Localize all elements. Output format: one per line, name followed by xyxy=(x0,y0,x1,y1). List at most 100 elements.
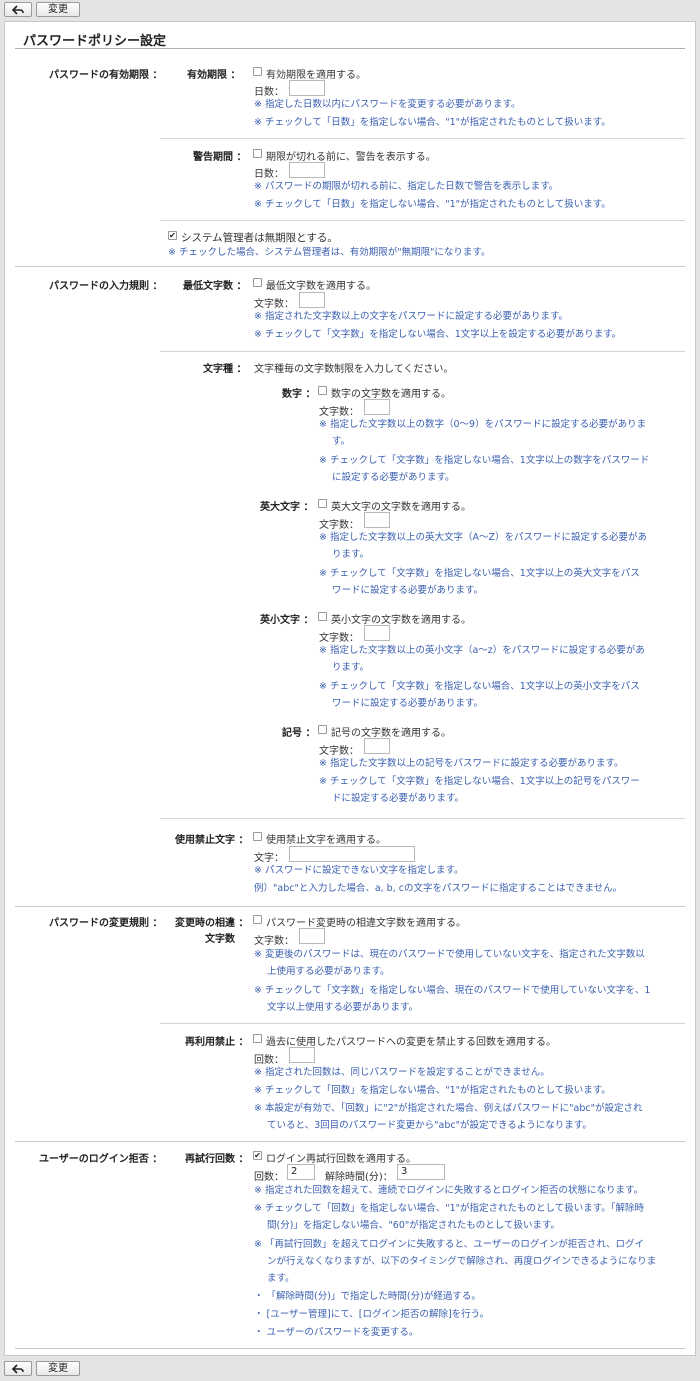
char-types-label: 文字種 ： xyxy=(203,364,247,375)
retry-checkbox[interactable]: ✔ xyxy=(253,1151,262,1160)
diff-note-2b: 文字以上使用する必要があります。 xyxy=(267,1002,419,1013)
forbidden-label: 使用禁止文字 ： xyxy=(175,835,249,846)
digit-checkbox[interactable] xyxy=(318,386,327,395)
retry-note-3b: ンが行えなくなりますが、以下のタイミングで解除され、再度ログインできるようになり… xyxy=(267,1256,657,1267)
upper-note-2b: ワードに設定する必要があります。 xyxy=(332,585,484,596)
admin-unlimited-label: システム管理者は無期限とする。 xyxy=(181,232,338,244)
admin-unlimited-note: ※ チェックした場合、システム管理者は、有効期限が"無期限"になります。 xyxy=(168,247,491,258)
lower-count-input[interactable] xyxy=(364,625,390,641)
divider xyxy=(160,220,685,221)
lower-label: 英小文字 ： xyxy=(260,615,314,626)
upper-count-input[interactable] xyxy=(364,512,390,528)
lower-check-label: 英小文字の文字数を適用する。 xyxy=(331,615,471,626)
section-lockout-label: ユーザーのログイン拒否 ： xyxy=(39,1154,163,1165)
symbol-note-1a: ※ 指定した文字数以上の記号をパスワードに設定する必要があります。 xyxy=(319,758,624,769)
validity-note-2: ※ チェックして「日数」を指定しない場合、"1"が指定されたものとして扱います。 xyxy=(254,117,611,128)
reuse-note-2: ※ チェックして「回数」を指定しない場合、"1"が指定されたものとして扱います。 xyxy=(254,1085,611,1096)
min-length-count-input[interactable] xyxy=(299,292,325,308)
symbol-count-input[interactable] xyxy=(364,738,390,754)
diff-note-1b: 上使用する必要があります。 xyxy=(267,966,390,977)
admin-unlimited-checkbox[interactable]: ✔ xyxy=(168,231,177,240)
digit-note-1a: ※ 指定した文字数以上の数字（0～9）をパスワードに設定する必要がありま xyxy=(319,419,647,430)
divider xyxy=(160,351,685,352)
section-divider xyxy=(15,1348,685,1349)
upper-checkbox[interactable] xyxy=(318,499,327,508)
forbidden-chars-input[interactable] xyxy=(289,846,415,862)
lower-note-1b: ります。 xyxy=(332,662,370,673)
digit-count-input[interactable] xyxy=(364,399,390,415)
retry-note-3a: ※ 「再試行回数」を超えてログインに失敗すると、ユーザーのログインが拒否され、ロ… xyxy=(254,1239,645,1250)
symbol-check-label: 記号の文字数を適用する。 xyxy=(331,728,451,739)
min-length-note-1: ※ 指定された文字数以上の文字をパスワードに設定する必要があります。 xyxy=(254,311,569,322)
symbol-note-2b: ドに設定する必要があります。 xyxy=(332,793,465,804)
validity-label: 有効期限 ： xyxy=(187,70,241,81)
validity-check-label: 有効期限を適用する。 xyxy=(266,70,366,81)
retry-count-input[interactable]: 2 xyxy=(287,1164,315,1180)
back-button[interactable] xyxy=(4,1361,32,1376)
digit-note-2b: に設定する必要があります。 xyxy=(332,472,455,483)
retry-note-2b: 間(分)」を指定しない場合、"60"が指定されたものとして扱います。 xyxy=(267,1220,561,1231)
retry-count-label: 回数： xyxy=(254,1172,284,1183)
warning-days-input[interactable] xyxy=(289,162,325,178)
retry-check-label: ログイン再試行回数を適用する。 xyxy=(266,1154,416,1165)
forbidden-checkbox[interactable] xyxy=(253,832,262,841)
lower-checkbox[interactable] xyxy=(318,612,327,621)
warning-checkbox[interactable] xyxy=(253,149,262,158)
change-button[interactable]: 変更 xyxy=(36,1361,80,1376)
validity-days-input[interactable] xyxy=(289,80,325,96)
reuse-note-3a: ※ 本設定が有効で、「回数」に"2"が指定された場合、例えばパスワードに"abc… xyxy=(254,1103,643,1114)
digit-check-label: 数字の文字数を適用する。 xyxy=(331,389,451,400)
upper-note-1a: ※ 指定した文字数以上の英大文字（A～Z）をパスワードに設定する必要があ xyxy=(319,532,647,543)
digit-note-2a: ※ チェックして「文字数」を指定しない場合、1文字以上の数字をパスワード xyxy=(319,455,650,466)
release-time-input[interactable]: 3 xyxy=(397,1164,445,1180)
diff-checkbox[interactable] xyxy=(253,915,262,924)
min-length-checkbox[interactable] xyxy=(253,278,262,287)
validity-checkbox[interactable] xyxy=(253,67,262,76)
reuse-label: 再利用禁止 ： xyxy=(185,1037,249,1048)
min-length-label: 最低文字数 ： xyxy=(183,281,247,292)
warning-note-2: ※ チェックして「日数」を指定しない場合、"1"が指定されたものとして扱います。 xyxy=(254,199,611,210)
upper-note-2a: ※ チェックして「文字数」を指定しない場合、1文字以上の英大文字をパス xyxy=(319,568,640,579)
digit-label: 数字 ： xyxy=(282,389,316,400)
retry-note-3c: ます。 xyxy=(267,1273,295,1284)
divider xyxy=(160,1023,685,1024)
retry-bullet-1: ・ 「解除時間(分)」で指定した時間(分)が経過する。 xyxy=(254,1291,481,1302)
warning-label: 警告期間 ： xyxy=(193,152,247,163)
retry-bullet-2: ・ [ユーザー管理]にて、[ログイン拒否の解除]を行う。 xyxy=(254,1309,490,1320)
lower-note-2b: ワードに設定する必要があります。 xyxy=(332,698,484,709)
title-divider xyxy=(15,48,685,49)
warning-note-1: ※ パスワードの期限が切れる前に、指定した日数で警告を表示します。 xyxy=(254,181,559,192)
symbol-label: 記号 ： xyxy=(282,728,316,739)
warning-check-label: 期限が切れる前に、警告を表示する。 xyxy=(266,152,436,163)
reuse-note-1: ※ 指定された回数は、同じパスワードを設定することができません。 xyxy=(254,1067,550,1078)
diff-count-label: 文字数： xyxy=(254,936,294,947)
symbol-checkbox[interactable] xyxy=(318,725,327,734)
section-change-rules-label: パスワードの変更規則 ： xyxy=(49,918,163,929)
section-expiry-label: パスワードの有効期限 ： xyxy=(49,70,163,81)
retry-note-2a: ※ チェックして「回数」を指定しない場合、"1"が指定されたものとして扱います。… xyxy=(254,1203,644,1214)
section-divider xyxy=(15,1141,685,1142)
reuse-checkbox[interactable] xyxy=(253,1034,262,1043)
forbidden-check-label: 使用禁止文字を適用する。 xyxy=(266,835,386,846)
diff-label-a: 変更時の相違 ： xyxy=(175,918,249,929)
validity-note-1: ※ 指定した日数以内にパスワードを変更する必要があります。 xyxy=(254,99,521,110)
forbidden-note-2: 例）"abc"と入力した場合、a, b, cの文字をパスワードに指定することはで… xyxy=(254,883,623,894)
min-length-note-2: ※ チェックして「文字数」を指定しない場合、1文字以上を設定する必要があります。 xyxy=(254,329,622,340)
section-divider xyxy=(15,906,685,907)
upper-label: 英大文字 ： xyxy=(260,502,314,513)
change-button[interactable]: 変更 xyxy=(36,2,80,17)
forbidden-note-1: ※ パスワードに設定できない文字を指定します。 xyxy=(254,865,464,876)
section-divider xyxy=(15,266,685,267)
upper-note-1b: ります。 xyxy=(332,549,370,560)
retry-note-1: ※ 指定された回数を超えて、連続でログインに失敗するとログイン拒否の状態になりま… xyxy=(254,1185,644,1196)
diff-count-input[interactable] xyxy=(299,928,325,944)
retry-label: 再試行回数 ： xyxy=(185,1154,249,1165)
top-toolbar: 変更 xyxy=(0,0,700,19)
settings-panel: パスワードポリシー設定 パスワードの有効期限 ： 有効期限 ： 有効期限を適用す… xyxy=(4,21,696,1356)
back-arrow-icon xyxy=(11,5,24,15)
back-button[interactable] xyxy=(4,2,32,17)
divider xyxy=(160,818,685,819)
page-title: パスワードポリシー設定 xyxy=(23,34,167,49)
reuse-count-input[interactable] xyxy=(289,1047,315,1063)
reuse-note-3b: ていると、3回目のパスワード変更から"abc"が設定できるようになります。 xyxy=(267,1120,592,1131)
